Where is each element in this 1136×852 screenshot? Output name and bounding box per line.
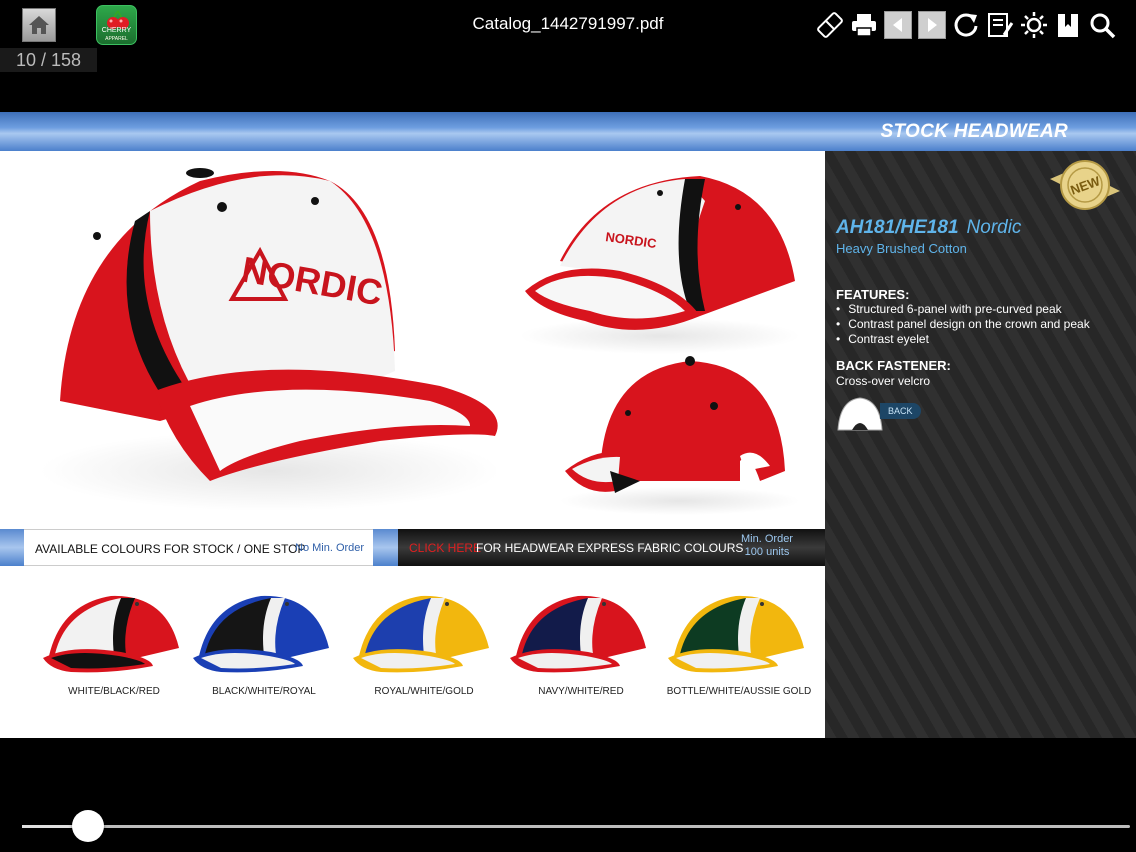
min-order-units: 100 units <box>744 546 790 558</box>
swatch-label: BLACK/WHITE/ROYAL <box>212 686 316 697</box>
cherry-apparel-logo[interactable]: CHERRY APPAREL <box>96 5 137 45</box>
min-order-label: Min. Order 100 units <box>728 533 806 559</box>
home-button[interactable] <box>22 8 56 42</box>
page-slider-track[interactable] <box>22 825 1130 828</box>
swatch-bottle-white-aussie-gold: BOTTLE/WHITE/AUSSIE GOLD <box>661 586 817 697</box>
swatch-cap-panel <box>285 602 289 606</box>
swatch-cap-panel <box>602 602 606 606</box>
swatch-label: BOTTLE/WHITE/AUSSIE GOLD <box>666 686 812 697</box>
express-colours-box: CLICK HERE FOR HEADWEAR EXPRESS FABRIC C… <box>398 529 825 566</box>
brightness-button[interactable] <box>1020 8 1048 42</box>
colour-options-bar: AVAILABLE COLOURS FOR STOCK / ONE STOP N… <box>0 529 825 566</box>
product-code: AH181/HE181 Nordic <box>836 217 1021 239</box>
logo-subtext: APPAREL <box>105 36 128 42</box>
print-icon <box>852 14 876 37</box>
toolbar <box>816 8 1116 42</box>
available-colours-label: AVAILABLE COLOURS FOR STOCK / ONE STOP <box>35 542 306 556</box>
swatch-cap-image <box>353 595 489 673</box>
feature-item: Structured 6-panel with pre-curved peak <box>836 302 1090 317</box>
swatch-cap-panel <box>760 602 764 606</box>
feature-item: Contrast eyelet <box>836 332 1090 347</box>
product-material: Heavy Brushed Cotton <box>836 241 967 256</box>
link-button[interactable] <box>816 8 844 42</box>
swatch-cap-image <box>510 595 646 673</box>
product-code-text: AH181/HE181 <box>836 217 959 238</box>
strip-accent <box>373 529 398 566</box>
bookmark-button[interactable] <box>1054 8 1082 42</box>
notes-button[interactable] <box>986 8 1014 42</box>
new-badge: NEW <box>1048 157 1122 218</box>
cap-back-thumbnail <box>837 397 883 431</box>
strip-accent <box>0 529 24 566</box>
previous-page-button[interactable] <box>884 11 912 39</box>
print-button[interactable] <box>850 8 878 42</box>
notes-icon <box>988 13 1014 37</box>
swatch-cap-image <box>668 595 804 673</box>
product-info-panel: NEW AH181/HE181 Nordic Heavy Brushed Cott… <box>825 151 1136 738</box>
swatch-royal-white-gold: ROYAL/WHITE/GOLD <box>346 586 502 697</box>
stock-colours-label-box: AVAILABLE COLOURS FOR STOCK / ONE STOP N… <box>24 529 373 566</box>
swatch-black-white-royal: BLACK/WHITE/ROYAL <box>186 586 342 697</box>
back-fastener-title: BACK FASTENER: <box>836 358 951 373</box>
features-title: FEATURES: <box>836 287 910 302</box>
section-banner: STOCK HEADWEAR <box>0 112 1136 151</box>
click-here-link[interactable]: CLICK HERE <box>409 541 481 555</box>
refresh-button[interactable] <box>952 8 980 42</box>
swatch-cap-image <box>43 595 179 673</box>
feature-item: Contrast panel design on the crown and p… <box>836 317 1090 332</box>
back-fastener-text: Cross-over velcro <box>836 374 931 388</box>
swatch-label: NAVY/WHITE/RED <box>538 686 624 697</box>
swatch-cap-panel <box>445 602 449 606</box>
no-min-order-label: No Min. Order <box>295 542 365 554</box>
product-name: Nordic <box>966 217 1022 238</box>
swatch-cap-image <box>193 595 329 673</box>
bookmark-icon <box>1058 14 1078 37</box>
swatch-label: WHITE/BLACK/RED <box>68 686 160 697</box>
next-page-icon <box>928 18 937 32</box>
section-title: STOCK HEADWEAR <box>880 121 1068 142</box>
page-slider-thumb[interactable] <box>72 810 105 842</box>
search-button[interactable] <box>1088 8 1116 42</box>
features-list: Structured 6-panel with pre-curved peak … <box>836 302 1090 347</box>
colour-swatches: WHITE/BLACK/RED BLACK/WHITE/ROYAL ROYAL/… <box>0 566 825 738</box>
swatch-cap-panel <box>135 602 139 606</box>
link-icon <box>817 12 843 38</box>
swatch-navy-white-red: NAVY/WHITE/RED <box>503 586 659 697</box>
swatch-white-black-red: WHITE/BLACK/RED <box>36 586 192 697</box>
logo-text: CHERRY <box>101 27 132 34</box>
express-colours-label: FOR HEADWEAR EXPRESS FABRIC COLOURS <box>476 541 744 555</box>
swatch-label: ROYAL/WHITE/GOLD <box>374 686 474 697</box>
brightness-icon <box>1021 12 1047 38</box>
pdf-viewer: CHERRY APPAREL Catalog_1442791997.pdf 10… <box>0 0 1136 852</box>
back-label: BACK <box>880 403 921 419</box>
search-icon <box>1090 13 1116 39</box>
min-order-line: Min. Order <box>741 533 793 545</box>
previous-page-icon <box>893 18 902 32</box>
next-page-button[interactable] <box>918 11 946 39</box>
main-cap-image: NORDIC NORDIC <box>40 168 800 515</box>
product-photos: NORDIC NORDIC <box>0 151 825 529</box>
refresh-icon <box>954 13 978 37</box>
home-icon <box>29 16 49 34</box>
catalog-page: STOCK HEADWEAR NORDIC NORDIC NEW AH181/H… <box>0 112 1136 738</box>
page-counter: 10 / 158 <box>0 48 97 72</box>
